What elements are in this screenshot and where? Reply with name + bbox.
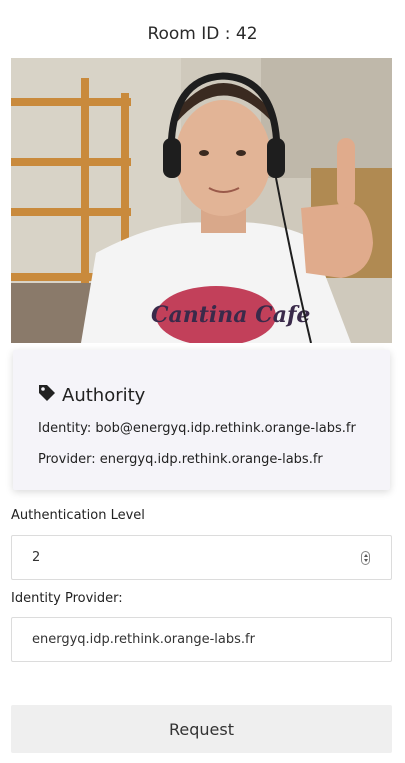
auth-level-input[interactable]: 2 [11, 535, 392, 580]
auth-level-value: 2 [32, 550, 41, 565]
authority-card: Authority Identity: bob@energyq.idp.reth… [13, 350, 390, 490]
tag-icon [38, 384, 56, 406]
auth-level-label: Authentication Level [11, 508, 145, 523]
svg-text:Cantina Cafe: Cantina Cafe [151, 302, 310, 328]
video-stream: Cantina Cafe [11, 58, 392, 343]
identity-provider-value: energyq.idp.rethink.orange-labs.fr [32, 632, 255, 647]
identity-provider-input[interactable]: energyq.idp.rethink.orange-labs.fr [11, 617, 392, 662]
page-title: Room ID : 42 [147, 24, 258, 44]
identity-provider-label: Identity Provider: [11, 591, 123, 606]
authority-title: Authority [62, 384, 146, 406]
identity-text: Identity: bob@energyq.idp.rethink.orange… [38, 421, 356, 436]
stepper-icon[interactable] [361, 551, 370, 565]
provider-text: Provider: energyq.idp.rethink.orange-lab… [38, 452, 323, 467]
authority-header: Authority [38, 384, 145, 406]
request-button[interactable]: Request [11, 705, 392, 753]
